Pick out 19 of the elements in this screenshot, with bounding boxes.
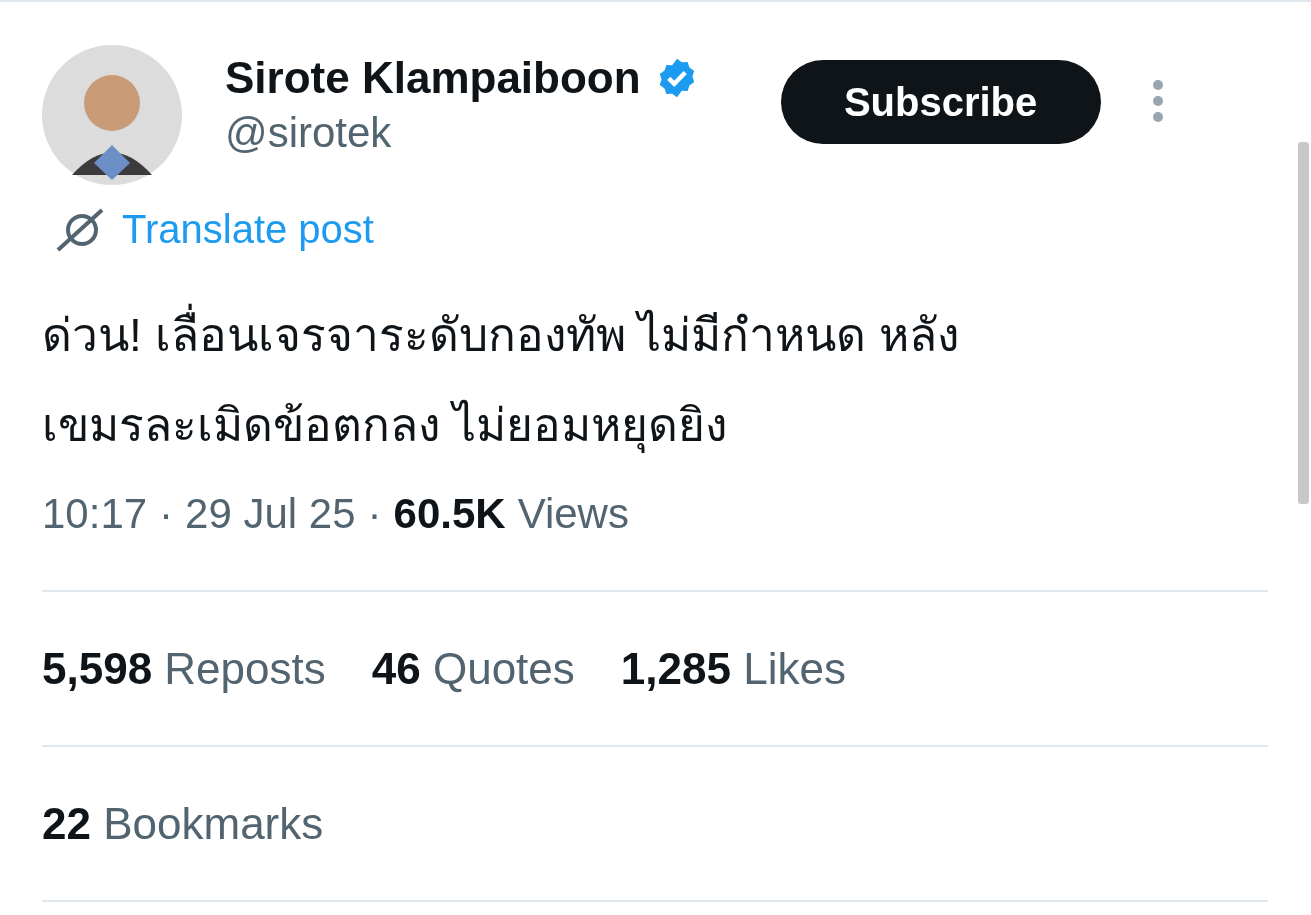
post-text: เขมรละเมิดข้อตกลง ไม่ยอมหยุดยิง — [42, 398, 728, 455]
post-meta: 29 Jul 25 — [185, 490, 356, 538]
stat-count[interactable]: 1,285 Likes — [620, 643, 846, 694]
stat-count[interactable]: 5,598 Reposts — [42, 643, 326, 694]
subscribe-button[interactable]: Subscribe — [780, 60, 1101, 144]
more-icon[interactable] — [1150, 79, 1165, 123]
separator-dot: · — [159, 490, 174, 538]
author-name[interactable]: Sirote Klampaiboon — [225, 53, 641, 103]
stat-count[interactable]: 46 Quotes — [371, 643, 575, 694]
post-meta: Views — [517, 490, 629, 538]
post-meta: 10:17 — [42, 490, 148, 538]
translate-icon — [54, 207, 106, 252]
view-count: 60.5K — [393, 490, 506, 538]
avatar[interactable] — [42, 45, 182, 185]
author-handle[interactable]: @sirotek — [225, 109, 699, 157]
stat-count[interactable]: 22 Bookmarks — [42, 798, 324, 849]
scrollbar[interactable] — [1298, 142, 1309, 504]
post-text: ด่วน! เลื่อนเจรจาระดับกองทัพ ไม่มีกำหนด หลัง — [42, 290, 1269, 380]
separator-dot: · — [367, 490, 382, 538]
